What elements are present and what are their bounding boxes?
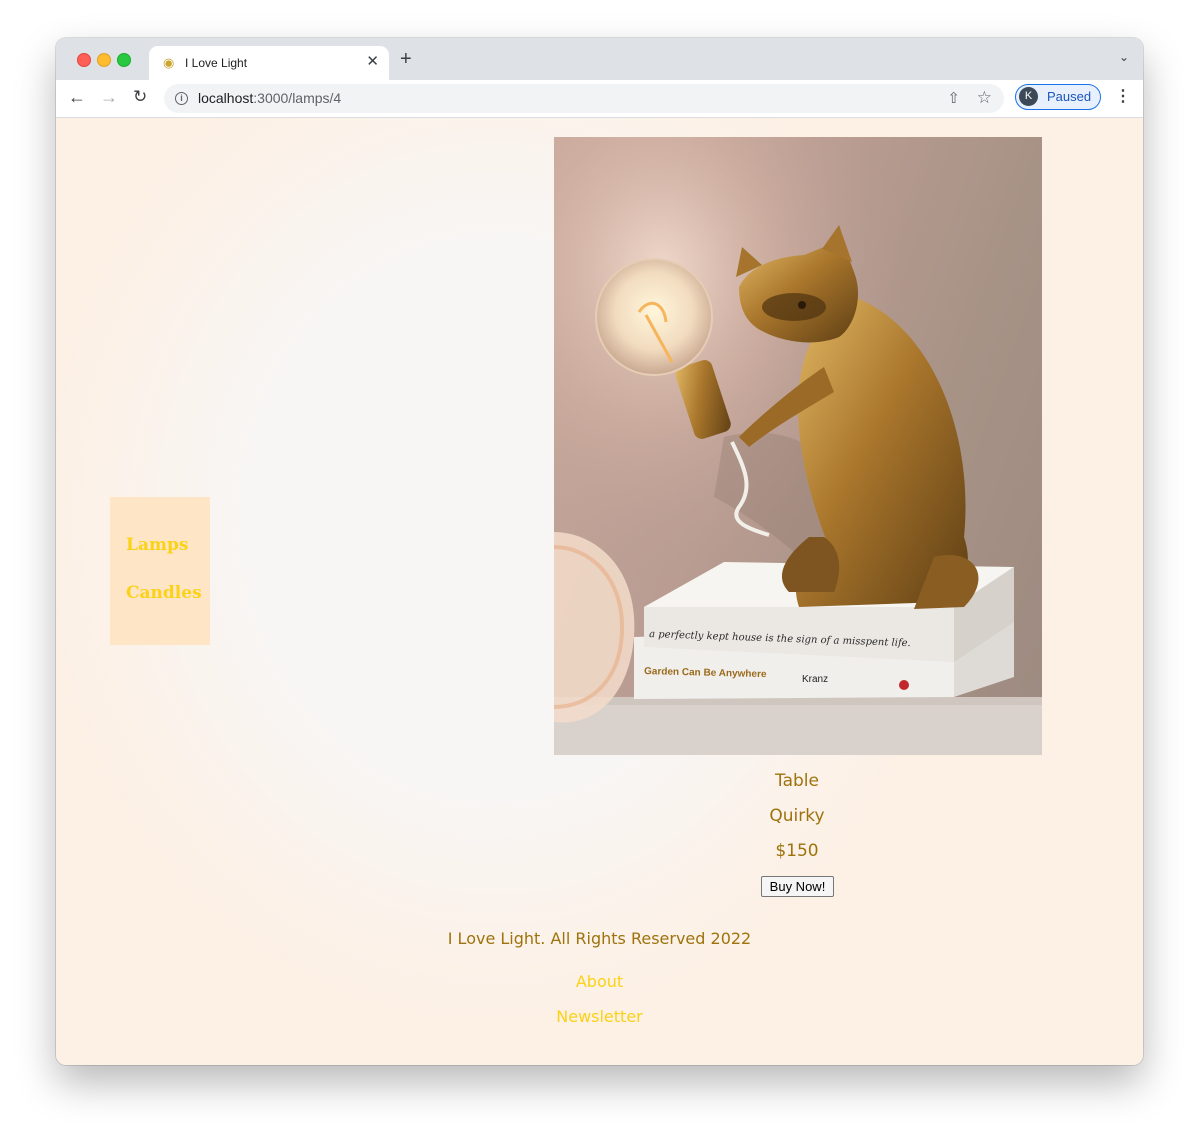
- product-price: $150: [775, 841, 819, 861]
- share-icon[interactable]: ⇧: [947, 89, 960, 107]
- close-window-button[interactable]: [77, 53, 91, 67]
- forward-arrow-icon[interactable]: →: [100, 87, 118, 107]
- image-book-author: Kranz: [802, 674, 828, 685]
- sidebar-item-lamps[interactable]: Lamps: [126, 535, 188, 555]
- minimize-window-button[interactable]: [97, 53, 111, 67]
- footer-link-newsletter[interactable]: Newsletter: [56, 1007, 1143, 1026]
- url-host: localhost: [198, 90, 254, 106]
- footer-copyright: I Love Light. All Rights Reserved 2022: [447, 929, 752, 948]
- browser-tab[interactable]: ◉ I Love Light ✕: [149, 46, 389, 80]
- lightbulb-icon: ◉: [163, 55, 175, 70]
- image-bulb: [595, 258, 713, 376]
- image-table-edge: [554, 697, 1042, 705]
- page-content: Lamps Candles a perfectly kept house is …: [56, 118, 1143, 1065]
- reload-icon[interactable]: ↻: [133, 87, 147, 107]
- image-book-logo: [899, 680, 909, 690]
- address-bar[interactable]: i localhost:3000/lamps/4 ⇧ ☆: [164, 84, 1004, 113]
- kebab-menu-icon[interactable]: ⋮: [1115, 88, 1131, 106]
- tab-title: I Love Light: [185, 56, 248, 70]
- browser-window: ◉ I Love Light ✕ + ⌄ ← → ↻ i localhost:3…: [56, 38, 1143, 1065]
- info-icon[interactable]: i: [175, 92, 188, 105]
- sidebar-nav: Lamps Candles: [110, 497, 210, 645]
- image-raccoon-mask: [762, 293, 826, 321]
- close-tab-icon[interactable]: ✕: [366, 53, 379, 71]
- maximize-window-button[interactable]: [117, 53, 131, 67]
- sidebar-item-candles[interactable]: Candles: [126, 583, 202, 603]
- buy-now-button[interactable]: Buy Now!: [761, 876, 834, 897]
- product-style: Quirky: [769, 806, 825, 826]
- url-path: :3000/lamps/4: [253, 90, 342, 106]
- profile-button[interactable]: K Paused: [1015, 84, 1101, 110]
- avatar: K: [1019, 87, 1038, 106]
- footer-link-about[interactable]: About: [56, 972, 1143, 991]
- product-image: a perfectly kept house is the sign of a …: [554, 137, 1042, 755]
- chevron-down-icon[interactable]: ⌄: [1119, 50, 1129, 64]
- browser-toolbar: ← → ↻ i localhost:3000/lamps/4 ⇧ ☆ K Pau…: [56, 80, 1143, 118]
- product-type: Table: [775, 771, 819, 791]
- image-raccoon-eye: [798, 301, 806, 309]
- new-tab-icon[interactable]: +: [400, 49, 412, 69]
- image-table: [554, 702, 1042, 755]
- bookmark-star-icon[interactable]: ☆: [977, 88, 992, 108]
- profile-status: Paused: [1047, 89, 1092, 104]
- url-text: localhost:3000/lamps/4: [198, 90, 341, 106]
- tab-strip: ◉ I Love Light ✕ + ⌄: [56, 38, 1143, 80]
- back-arrow-icon[interactable]: ←: [68, 87, 86, 107]
